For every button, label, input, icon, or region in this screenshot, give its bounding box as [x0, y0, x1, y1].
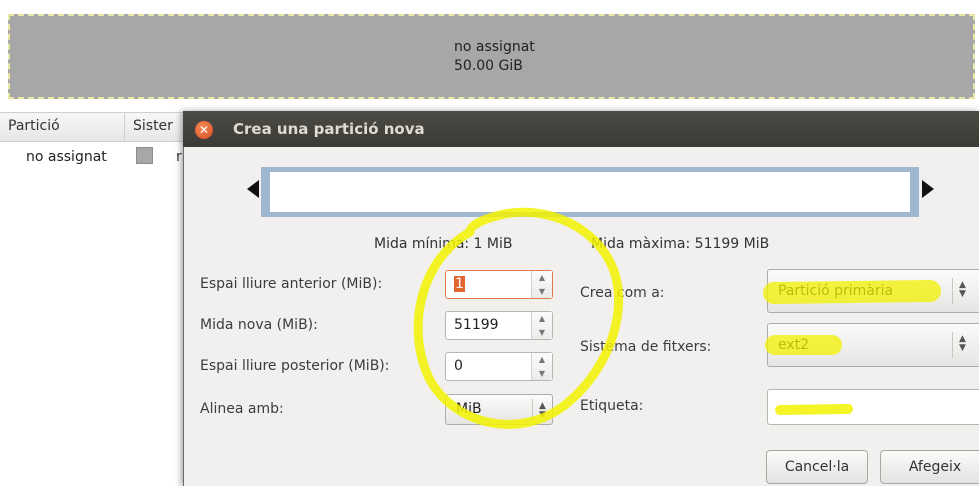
free-after-value[interactable]: 0 — [454, 358, 463, 374]
arrow-up-icon[interactable]: ▲ — [532, 271, 552, 285]
unallocated-size: 50.00 GiB — [454, 58, 523, 74]
label-input[interactable] — [767, 389, 979, 425]
label-field-label: Etiqueta: — [580, 398, 644, 414]
column-header-filesystem[interactable]: Sister — [133, 118, 173, 134]
arrow-down-icon[interactable]: ▼ — [532, 285, 552, 299]
table-row-partition[interactable]: no assignat — [26, 149, 107, 165]
free-before-value[interactable]: 1 — [454, 276, 465, 292]
partition-resizer-area[interactable] — [270, 172, 910, 212]
triangle-left-icon[interactable] — [247, 180, 259, 198]
new-size-value[interactable]: 51199 — [454, 317, 499, 333]
maximum-size-label: Mida màxima: 51199 MiB — [591, 236, 770, 252]
minimum-size-label: Mida mínima: 1 MiB — [374, 236, 513, 252]
spin-buttons: ▲ ▼ — [531, 353, 552, 380]
add-button[interactable]: Afegeix — [880, 450, 979, 484]
filesystem-label: Sistema de fitxers: — [580, 339, 712, 355]
cancel-button[interactable]: Cancel·la — [766, 450, 868, 484]
close-icon[interactable]: ✕ — [195, 121, 213, 139]
free-after-spinbox[interactable]: 0 ▲ ▼ — [445, 352, 553, 381]
align-combobox[interactable]: MiB ▲ ▼ — [445, 394, 553, 425]
new-size-label: Mida nova (MiB): — [200, 317, 318, 333]
table-row-extra: r — [176, 149, 182, 165]
updown-chevron-icon[interactable]: ▲ ▼ — [952, 278, 972, 304]
arrow-up-icon[interactable]: ▲ — [532, 312, 552, 326]
create-as-value: Partició primària — [778, 283, 894, 299]
column-header-partition[interactable]: Partició — [8, 118, 60, 134]
updown-chevron-icon[interactable]: ▲ ▼ — [952, 332, 972, 358]
unallocated-name: no assignat — [454, 39, 535, 55]
align-value: MiB — [456, 401, 482, 417]
create-as-combobox[interactable]: Partició primària ▲ ▼ — [767, 269, 979, 313]
filesystem-combobox[interactable]: ext2 ▲ ▼ — [767, 323, 979, 367]
free-after-label: Espai lliure posterior (MiB): — [200, 358, 390, 374]
arrow-up-icon[interactable]: ▲ — [532, 353, 552, 367]
spin-buttons: ▲ ▼ — [531, 271, 552, 298]
triangle-right-icon[interactable] — [922, 180, 934, 198]
spin-buttons: ▲ ▼ — [531, 312, 552, 339]
free-before-spinbox[interactable]: 1 ▲ ▼ — [445, 270, 553, 299]
free-before-label: Espai lliure anterior (MiB): — [200, 276, 383, 292]
dialog-title: Crea una partició nova — [233, 120, 425, 138]
new-size-spinbox[interactable]: 51199 ▲ ▼ — [445, 311, 553, 340]
unallocated-block[interactable] — [8, 14, 975, 99]
filesystem-color-swatch — [136, 147, 153, 164]
arrow-down-icon[interactable]: ▼ — [532, 367, 552, 381]
arrow-down-icon[interactable]: ▼ — [532, 326, 552, 340]
align-label: Alinea amb: — [200, 401, 284, 417]
filesystem-value: ext2 — [778, 337, 810, 353]
updown-chevron-icon[interactable]: ▲ ▼ — [532, 399, 552, 420]
column-separator — [124, 112, 125, 140]
create-as-label: Crea com a: — [580, 285, 665, 301]
